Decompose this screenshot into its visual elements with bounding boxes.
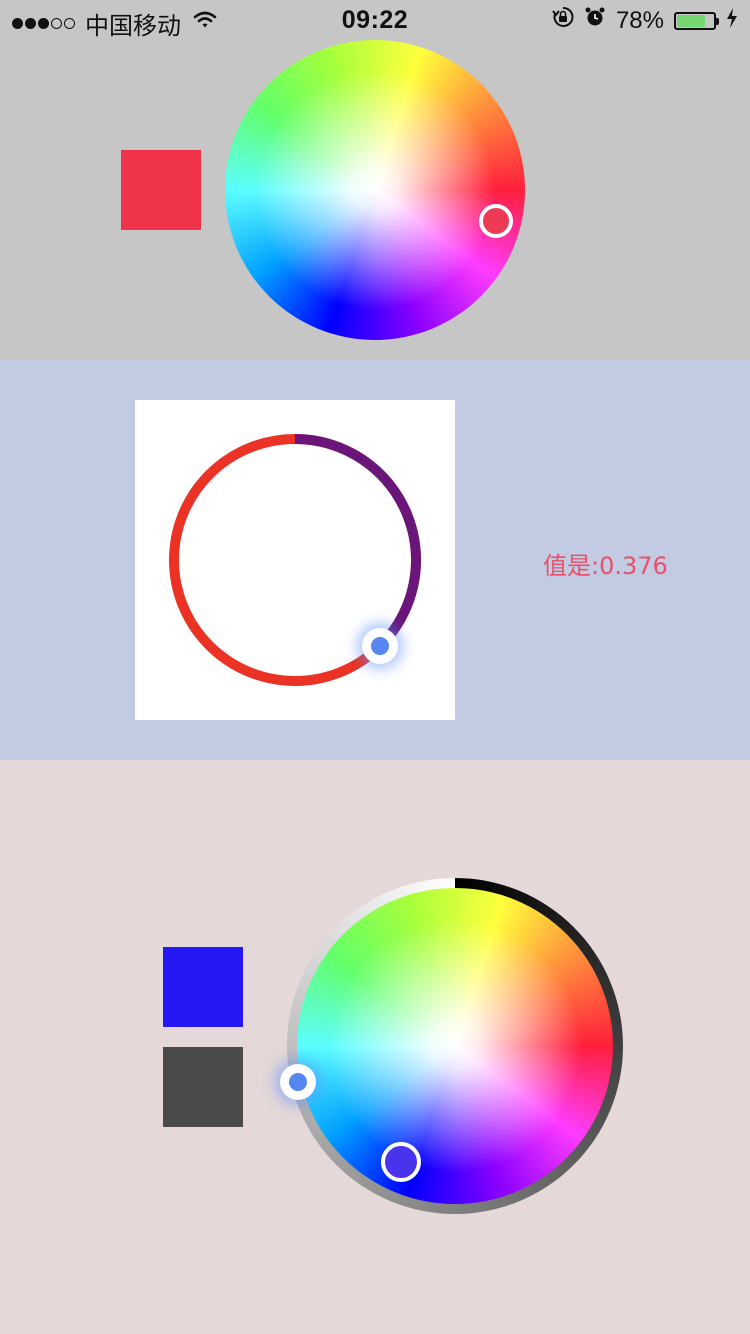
orientation-lock-icon — [552, 6, 574, 35]
selected-color-swatch — [121, 150, 201, 230]
circular-slider-panel — [135, 400, 455, 720]
status-right: 78% — [552, 6, 738, 35]
battery-icon — [674, 11, 719, 30]
color-wheel-handle[interactable] — [479, 204, 513, 238]
color-wheel-section — [0, 40, 750, 360]
circular-slider-section: 值是:0.376 — [0, 360, 750, 760]
battery-level-fill — [677, 14, 706, 27]
color-wheel[interactable] — [297, 888, 613, 1204]
circular-slider-knob-dot — [371, 637, 390, 656]
alarm-icon — [584, 6, 606, 35]
slider-value-label: 值是:0.376 — [543, 552, 668, 580]
brightness-knob[interactable] — [280, 1064, 316, 1100]
battery-percent: 78% — [615, 6, 664, 34]
color-wheel-handle[interactable] — [381, 1142, 421, 1182]
brightness-swatch — [163, 1047, 243, 1127]
status-bar: 中国移动 09:22 78% — [0, 0, 750, 40]
color-wheel[interactable] — [225, 40, 525, 340]
color-brightness-section — [0, 760, 750, 1334]
selected-color-swatch — [163, 947, 243, 1027]
charging-bolt-icon — [726, 7, 738, 35]
circular-slider-track[interactable] — [135, 400, 455, 720]
brightness-knob-dot — [289, 1073, 307, 1091]
circular-slider-knob[interactable] — [362, 628, 399, 665]
